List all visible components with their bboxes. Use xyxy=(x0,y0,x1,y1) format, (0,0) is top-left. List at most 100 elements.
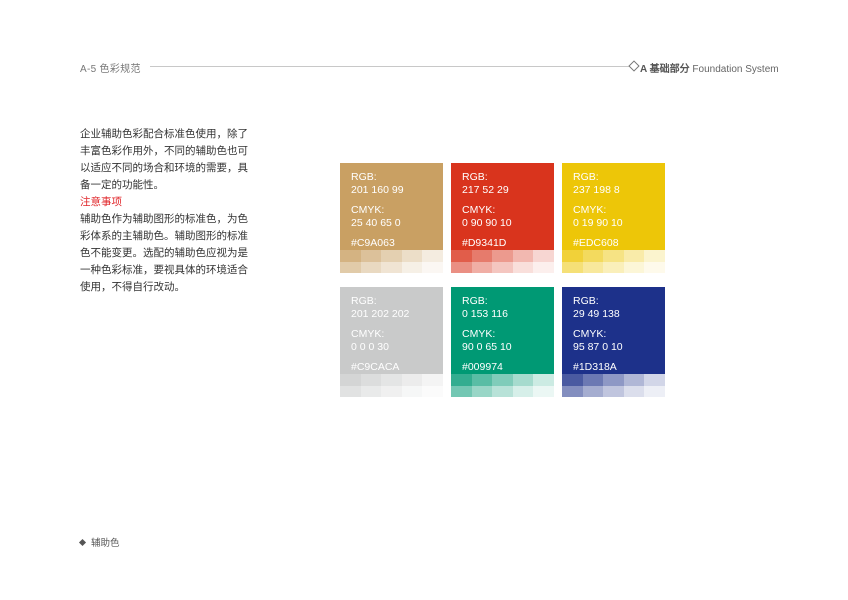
intro-text: 企业辅助色彩配合标准色使用，除了丰富色彩作用外，不同的辅助色也可以适应不同的场合… xyxy=(80,128,248,191)
tint-cell xyxy=(533,374,554,386)
diamond-bullet-icon xyxy=(78,538,87,547)
tint-cell xyxy=(603,261,624,273)
rgb-value: 237 198 8 xyxy=(573,184,620,196)
swatch-values: RGB: 237 198 8 CMYK: 0 19 90 10 #EDC608 xyxy=(573,171,623,250)
cmyk-label: CMYK: xyxy=(573,328,607,340)
tint-cell xyxy=(582,250,604,262)
tint-cell xyxy=(340,250,361,262)
rgb-value: 201 160 99 xyxy=(351,184,404,196)
tint-cell xyxy=(603,250,624,262)
cmyk-value: 0 19 90 10 xyxy=(573,217,623,229)
note-body: 辅助色作为辅助图形的标准色，为色彩体系的主辅助色。辅助图形的标准色不能变更。选配… xyxy=(80,213,248,293)
color-swatch: RGB: 29 49 138 CMYK: 95 87 0 10 #1D318A xyxy=(562,287,665,397)
page-header: A-5 色彩规范 A 基础部分 Foundation System xyxy=(0,0,848,80)
tint-cell xyxy=(340,374,361,386)
rgb-value: 201 202 202 xyxy=(351,308,410,320)
tint-cell xyxy=(340,385,361,397)
tint-cell xyxy=(512,261,534,273)
cmyk-value: 95 87 0 10 xyxy=(573,341,623,353)
tint-cell xyxy=(582,374,604,386)
swatch-values: RGB: 29 49 138 CMYK: 95 87 0 10 #1D318A xyxy=(573,295,623,374)
tint-cell xyxy=(360,261,382,273)
tint-cell xyxy=(401,374,423,386)
tint-cell xyxy=(492,374,513,386)
tint-cell xyxy=(360,250,382,262)
rgb-label: RGB: xyxy=(351,295,377,307)
cmyk-label: CMYK: xyxy=(462,204,496,216)
tint-cell xyxy=(401,385,423,397)
tint-cell xyxy=(644,385,665,397)
swatch-values: RGB: 201 160 99 CMYK: 25 40 65 0 #C9A063 xyxy=(351,171,404,250)
rgb-label: RGB: xyxy=(462,171,488,183)
tint-cell xyxy=(533,385,554,397)
rgb-value: 0 153 116 xyxy=(462,308,508,320)
tint-scale xyxy=(451,250,554,273)
cmyk-value: 0 0 0 30 xyxy=(351,341,389,353)
tint-cell xyxy=(381,250,402,262)
swatch-values: RGB: 0 153 116 CMYK: 90 0 65 10 #009974 xyxy=(462,295,512,374)
tint-cell xyxy=(562,385,583,397)
section-title: A-5 色彩规范 xyxy=(80,64,141,75)
cmyk-value: 0 90 90 10 xyxy=(462,217,512,229)
hex-value: #C9CACA xyxy=(351,361,400,373)
hex-value: #D9341D xyxy=(462,237,507,249)
tint-cell xyxy=(422,385,443,397)
rgb-value: 217 52 29 xyxy=(462,184,509,196)
tint-cell xyxy=(451,385,472,397)
hex-value: #EDC608 xyxy=(573,237,619,249)
rgb-label: RGB: xyxy=(351,171,377,183)
note-title: 注意事项 xyxy=(80,196,122,208)
tint-cell xyxy=(401,261,423,273)
tint-cell xyxy=(623,374,645,386)
tint-cell xyxy=(644,261,665,273)
tint-cell xyxy=(644,374,665,386)
tint-cell xyxy=(471,250,493,262)
color-swatch: RGB: 201 160 99 CMYK: 25 40 65 0 #C9A063 xyxy=(340,163,443,273)
tint-scale xyxy=(562,374,665,397)
tint-cell xyxy=(492,250,513,262)
color-swatch: RGB: 217 52 29 CMYK: 0 90 90 10 #D9341D xyxy=(451,163,554,273)
rgb-label: RGB: xyxy=(573,295,599,307)
tint-cell xyxy=(562,250,583,262)
tint-cell xyxy=(471,374,493,386)
footer-label: 辅助色 xyxy=(91,538,120,549)
tint-scale xyxy=(451,374,554,397)
tint-scale xyxy=(340,374,443,397)
tint-cell xyxy=(562,261,583,273)
tint-cell xyxy=(512,374,534,386)
tint-cell xyxy=(492,385,513,397)
tint-cell xyxy=(451,374,472,386)
tint-cell xyxy=(451,261,472,273)
tint-cell xyxy=(582,261,604,273)
tint-cell xyxy=(603,374,624,386)
tint-cell xyxy=(562,374,583,386)
tint-scale xyxy=(562,250,665,273)
tint-cell xyxy=(623,250,645,262)
swatch-values: RGB: 201 202 202 CMYK: 0 0 0 30 #C9CACA xyxy=(351,295,409,374)
tint-cell xyxy=(533,261,554,273)
swatch-values: RGB: 217 52 29 CMYK: 0 90 90 10 #D9341D xyxy=(462,171,512,250)
rgb-label: RGB: xyxy=(573,171,599,183)
page-footer: 辅助色 xyxy=(78,535,120,549)
tint-cell xyxy=(603,385,624,397)
cmyk-label: CMYK: xyxy=(351,204,385,216)
tint-cell xyxy=(422,250,443,262)
tint-cell xyxy=(623,261,645,273)
tint-cell xyxy=(381,385,402,397)
hex-value: #C9A063 xyxy=(351,237,395,249)
hex-value: #009974 xyxy=(462,361,503,373)
cmyk-value: 90 0 65 10 xyxy=(462,341,512,353)
tint-cell xyxy=(381,261,402,273)
chapter-prefix: A 基础部分 xyxy=(640,64,690,75)
tint-cell xyxy=(381,374,402,386)
cmyk-label: CMYK: xyxy=(351,328,385,340)
description-block: 企业辅助色彩配合标准色使用，除了丰富色彩作用外，不同的辅助色也可以适应不同的场合… xyxy=(80,126,250,296)
tint-cell xyxy=(360,385,382,397)
tint-cell xyxy=(360,374,382,386)
cmyk-label: CMYK: xyxy=(573,204,607,216)
cmyk-label: CMYK: xyxy=(462,328,496,340)
tint-cell xyxy=(422,374,443,386)
rgb-value: 29 49 138 xyxy=(573,308,620,320)
rgb-label: RGB: xyxy=(462,295,488,307)
tint-cell xyxy=(623,385,645,397)
